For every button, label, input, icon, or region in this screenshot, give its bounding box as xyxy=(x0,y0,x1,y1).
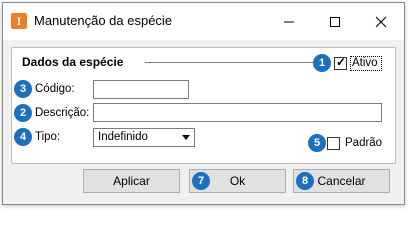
species-data-group: Dados da espécie 1 ✓ Ativo 3 Código: 2 D… xyxy=(11,47,396,164)
minimize-button[interactable] xyxy=(266,3,312,40)
dialog-window: I Manutenção da espécie Dados da espécie… xyxy=(2,2,405,205)
descricao-input[interactable] xyxy=(93,103,382,122)
badge-8: 8 xyxy=(296,172,314,190)
group-title: Dados da espécie xyxy=(22,55,124,69)
badge-2: 2 xyxy=(14,104,32,122)
ativo-checkbox[interactable]: ✓ xyxy=(334,55,347,70)
maximize-icon xyxy=(330,16,340,27)
tipo-label: Tipo: xyxy=(35,131,61,143)
app-icon: I xyxy=(11,13,27,29)
ativo-label[interactable]: Ativo xyxy=(352,57,378,69)
badge-5: 5 xyxy=(308,134,326,152)
tipo-select[interactable]: Indefinido xyxy=(93,128,195,147)
check-mark-icon: ✓ xyxy=(336,55,347,69)
title-bar: I Manutenção da espécie xyxy=(3,3,404,40)
maximize-button[interactable] xyxy=(312,3,358,40)
dropdown-arrow-icon xyxy=(182,135,190,140)
group-title-line xyxy=(145,62,317,63)
codigo-input[interactable] xyxy=(93,80,189,99)
codigo-label: Código: xyxy=(35,83,75,95)
close-icon xyxy=(375,16,387,27)
tipo-selected-value: Indefinido xyxy=(98,131,148,143)
badge-4: 4 xyxy=(14,128,32,146)
descricao-label: Descrição: xyxy=(35,107,90,119)
window-title: Manutenção da espécie xyxy=(34,13,173,28)
badge-1: 1 xyxy=(313,54,331,72)
padrao-label[interactable]: Padrão xyxy=(345,137,382,149)
padrao-checkbox[interactable] xyxy=(327,137,340,150)
badge-3: 3 xyxy=(14,80,32,98)
minimize-icon xyxy=(284,21,294,22)
apply-button[interactable]: Aplicar xyxy=(83,169,180,193)
close-button[interactable] xyxy=(358,3,404,40)
badge-7: 7 xyxy=(192,172,210,190)
